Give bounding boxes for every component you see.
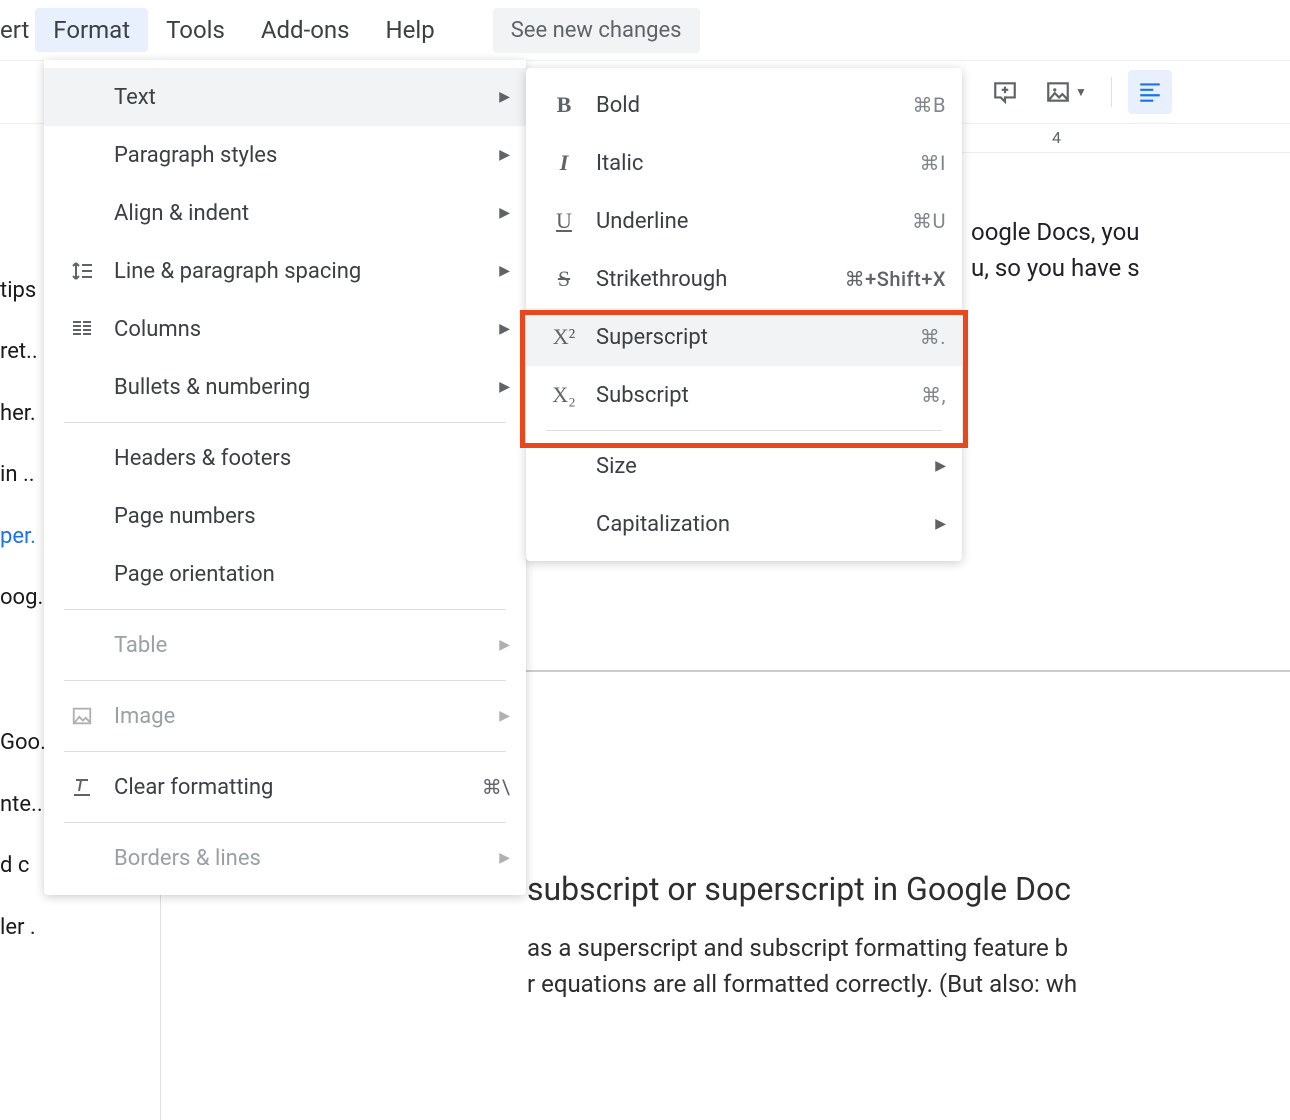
line-spacing-icon (64, 259, 100, 283)
chevron-down-icon: ▼ (1075, 85, 1087, 99)
shortcut-text: ⌘B (913, 93, 946, 117)
menuitem-paragraph-styles[interactable]: Paragraph styles ▶ (44, 126, 526, 184)
menuitem-bullets-numbering[interactable]: Bullets & numbering ▶ (44, 358, 526, 416)
menuitem-page-numbers[interactable]: Page numbers (44, 487, 526, 545)
menu-separator (64, 822, 506, 823)
menuitem-headers-footers[interactable]: Headers & footers (44, 429, 526, 487)
doc-text-fragment: oogle Docs, you (971, 218, 1140, 246)
menuitem-columns[interactable]: Columns ▶ (44, 300, 526, 358)
menuitem-image: Image ▶ (44, 687, 526, 745)
snippet: ler . (0, 897, 56, 958)
submenu-arrow-icon: ▶ (499, 321, 510, 337)
menuitem-bold[interactable]: B Bold ⌘B (526, 76, 962, 134)
shortcut-text: ⌘, (921, 383, 946, 407)
menu-item-help[interactable]: Help (368, 8, 453, 52)
submenu-arrow-icon: ▶ (935, 516, 946, 532)
shortcut-text: ⌘+Shift+X (845, 267, 946, 291)
menu-separator (64, 680, 506, 681)
menuitem-underline[interactable]: U Underline ⌘U (526, 192, 962, 250)
toolbar-divider (1111, 77, 1112, 107)
menuitem-italic[interactable]: I Italic ⌘I (526, 134, 962, 192)
image-icon (1045, 79, 1071, 105)
menu-item-addons[interactable]: Add-ons (243, 8, 368, 52)
menuitem-capitalization[interactable]: Capitalization ▶ (526, 495, 962, 553)
menubar: ert Format Tools Add-ons Help See new ch… (0, 0, 1290, 61)
menuitem-superscript[interactable]: X² Superscript ⌘. (526, 308, 962, 366)
menuitem-text[interactable]: Text ▶ (44, 68, 526, 126)
ruler-tick: 4 (1052, 128, 1061, 147)
submenu-arrow-icon: ▶ (499, 708, 510, 724)
image-icon (64, 705, 100, 727)
shortcut-text: ⌘\ (482, 775, 510, 799)
strikethrough-icon: S (546, 266, 582, 292)
menuitem-borders-lines: Borders & lines ▶ (44, 829, 526, 887)
submenu-arrow-icon: ▶ (499, 850, 510, 866)
submenu-arrow-icon: ▶ (499, 89, 510, 105)
menuitem-align-indent[interactable]: Align & indent ▶ (44, 184, 526, 242)
subscript-icon: X₂ (546, 382, 582, 408)
superscript-icon: X² (546, 324, 582, 350)
text-submenu-dropdown: B Bold ⌘B I Italic ⌘I U Underline ⌘U S S… (526, 68, 962, 561)
submenu-arrow-icon: ▶ (499, 263, 510, 279)
menuitem-table: Table ▶ (44, 616, 526, 674)
submenu-arrow-icon: ▶ (499, 379, 510, 395)
menu-separator (64, 751, 506, 752)
menu-item-partial[interactable]: ert (0, 8, 35, 52)
menuitem-line-spacing[interactable]: Line & paragraph spacing ▶ (44, 242, 526, 300)
add-comment-button[interactable] (983, 70, 1027, 114)
submenu-arrow-icon: ▶ (499, 205, 510, 221)
menuitem-strikethrough[interactable]: S Strikethrough ⌘+Shift+X (526, 250, 962, 308)
shortcut-text: ⌘. (920, 325, 946, 349)
menu-item-format[interactable]: Format (35, 8, 148, 52)
submenu-arrow-icon: ▶ (935, 458, 946, 474)
bold-icon: B (546, 92, 582, 118)
comment-plus-icon (992, 79, 1018, 105)
menu-separator (64, 609, 506, 610)
submenu-arrow-icon: ▶ (499, 147, 510, 163)
doc-heading: subscript or superscript in Google Doc (527, 870, 1290, 908)
format-menu-dropdown: Text ▶ Paragraph styles ▶ Align & indent… (44, 60, 526, 895)
menuitem-subscript[interactable]: X₂ Subscript ⌘, (526, 366, 962, 424)
insert-image-button[interactable]: ▼ (1037, 70, 1095, 114)
see-new-changes-button[interactable]: See new changes (493, 8, 700, 53)
shortcut-text: ⌘I (920, 151, 946, 175)
doc-text-fragment: u, so you have s (971, 254, 1140, 282)
align-left-icon (1137, 79, 1163, 105)
underline-icon: U (546, 208, 582, 234)
menu-separator (64, 422, 506, 423)
italic-icon: I (546, 150, 582, 176)
menuitem-clear-formatting[interactable]: Clear formatting ⌘\ (44, 758, 526, 816)
align-left-button[interactable] (1128, 70, 1172, 114)
doc-paragraph: as a superscript and subscript formattin… (527, 930, 1290, 1002)
menuitem-size[interactable]: Size ▶ (526, 437, 962, 495)
menuitem-page-orientation[interactable]: Page orientation (44, 545, 526, 603)
menu-item-tools[interactable]: Tools (148, 8, 243, 52)
columns-icon (64, 317, 100, 341)
shortcut-text: ⌘U (912, 209, 946, 233)
clear-format-icon (64, 775, 100, 799)
submenu-arrow-icon: ▶ (499, 637, 510, 653)
menu-separator (546, 430, 942, 431)
